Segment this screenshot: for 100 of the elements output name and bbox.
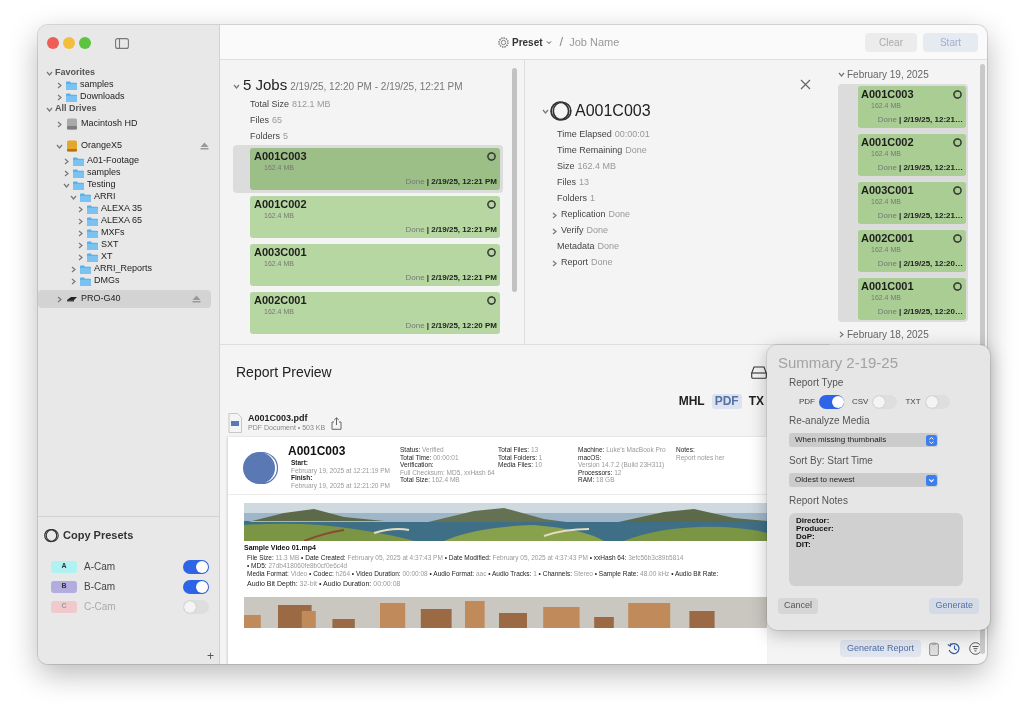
tree-item[interactable]: Downloads	[38, 91, 219, 103]
tree-item[interactable]: SXT	[38, 239, 219, 251]
tree-item[interactable]: OrangeX5	[38, 137, 219, 155]
add-button[interactable]: +	[207, 650, 214, 662]
toggle-switch[interactable]	[183, 559, 209, 574]
zoom-button[interactable]	[79, 37, 91, 49]
folder-icon	[73, 168, 84, 178]
preset-button[interactable]: Preset	[498, 34, 552, 50]
tree-item[interactable]: DMGs	[38, 275, 219, 287]
cancel-button[interactable]: Cancel	[778, 598, 818, 614]
toggle-switch[interactable]	[872, 395, 898, 409]
section-title: Favorites	[55, 66, 96, 80]
tree-item[interactable]: samples	[38, 79, 219, 91]
chevron-icon[interactable]	[56, 142, 63, 150]
job-status: Done	[877, 114, 897, 126]
chevron-icon[interactable]	[77, 229, 84, 237]
chevron-icon[interactable]	[63, 169, 70, 177]
chevron-icon[interactable]	[551, 227, 558, 235]
job-name: A001C002	[861, 136, 914, 149]
history-icon[interactable]	[947, 642, 962, 655]
chevron-icon[interactable]	[56, 93, 63, 101]
stat-value: 00:00:01	[614, 128, 650, 142]
generate-report-button[interactable]: Generate Report	[840, 640, 922, 657]
job-time: | 2/19/25, 12:21…	[898, 210, 963, 222]
ssd-icon	[66, 295, 78, 303]
ring-icon	[953, 138, 962, 147]
chevron-icon[interactable]	[63, 157, 70, 165]
tree-item[interactable]: XT	[38, 251, 219, 263]
tree-item[interactable]: ARRI	[38, 191, 219, 203]
dropdown[interactable]: When missing thumbnails	[789, 433, 938, 447]
dropdown[interactable]: Oldest to newest	[789, 473, 938, 487]
ring-icon	[487, 199, 496, 209]
close-icon[interactable]	[800, 79, 811, 90]
tree-item[interactable]: PRO-G40	[38, 290, 211, 308]
job-time: | 2/19/25, 12:21 PM	[426, 271, 497, 284]
notes-field[interactable]: Director: Producer: DoP: DIT:	[789, 513, 963, 586]
filter-icon[interactable]	[969, 642, 983, 655]
format-tab[interactable]: PDF	[711, 394, 742, 409]
tree-item[interactable]: ALEXA 35	[38, 203, 219, 215]
job-time: | 2/19/25, 12:20…	[898, 258, 963, 270]
chevron-icon[interactable]	[46, 105, 53, 113]
chevron-icon[interactable]	[77, 217, 84, 225]
tree-item[interactable]: ALEXA 65	[38, 215, 219, 227]
format-tab[interactable]: TX	[745, 394, 767, 409]
chevron-icon[interactable]	[77, 241, 84, 249]
drive-icon[interactable]	[751, 365, 767, 379]
chevron-icon[interactable]	[70, 265, 77, 273]
chevron-icon[interactable]	[70, 193, 77, 201]
job-time: | 2/19/25, 12:21…	[898, 114, 963, 126]
chevron-icon[interactable]	[46, 69, 53, 77]
chevron-icon[interactable]	[70, 277, 77, 285]
chevron-icon[interactable]	[551, 211, 558, 219]
close-button[interactable]	[47, 37, 59, 49]
circles-logo-icon	[242, 450, 278, 486]
chevron-icon[interactable]	[77, 205, 84, 213]
share-icon[interactable]	[331, 416, 343, 430]
format-tab[interactable]: MHL	[675, 394, 708, 409]
toggle-switch[interactable]	[183, 579, 209, 594]
stat-label: Files	[250, 113, 269, 127]
chevron-icon[interactable]	[551, 259, 558, 267]
generate-button[interactable]: Generate	[929, 598, 979, 614]
chevron-icon[interactable]	[63, 181, 70, 189]
job-status: Done	[405, 175, 425, 188]
document-icon	[228, 413, 242, 433]
tree-item[interactable]: Testing	[38, 179, 219, 191]
eject-icon[interactable]	[192, 295, 201, 303]
clipboard-icon[interactable]	[929, 641, 940, 656]
rings-icon	[550, 100, 572, 122]
job-status: Done	[877, 306, 897, 318]
section-label: Sort By: Start Time	[788, 455, 874, 467]
toggle-switch[interactable]	[819, 395, 844, 409]
chevron-icon[interactable]	[56, 295, 63, 303]
tree-item[interactable]: ARRI_Reports	[38, 263, 219, 275]
tree-item[interactable]: A01-Footage	[38, 155, 219, 167]
job-time: | 2/19/25, 12:20…	[898, 306, 963, 318]
chevron-icon[interactable]	[838, 70, 845, 78]
chevron-icon[interactable]	[838, 330, 845, 338]
folder-icon	[80, 264, 91, 274]
sidebar-toggle-icon[interactable]	[115, 37, 129, 49]
chevron-icon[interactable]	[77, 253, 84, 261]
chevron-icon[interactable]	[56, 120, 63, 128]
toggle-switch[interactable]	[924, 395, 950, 409]
chevron-icon[interactable]	[233, 83, 240, 90]
ring-icon	[953, 282, 962, 291]
job-name-field[interactable]: Job Name	[569, 33, 650, 51]
job-name: A001C002	[254, 197, 307, 211]
chevron-icon[interactable]	[542, 107, 549, 115]
tree-item[interactable]: samples	[38, 167, 219, 179]
toggle-switch[interactable]	[183, 599, 209, 614]
chevron-icon[interactable]	[56, 81, 63, 89]
ring-icon	[487, 295, 496, 305]
eject-icon[interactable]	[200, 142, 209, 150]
job-time: | 2/19/25, 12:21…	[898, 162, 963, 174]
tree-item[interactable]: MXFs	[38, 227, 219, 239]
scrollbar[interactable]	[512, 68, 517, 292]
tree-item[interactable]: Macintosh HD	[38, 115, 219, 133]
preset-label: B-Cam	[84, 580, 116, 594]
job-time: | 2/19/25, 12:21 PM	[426, 175, 497, 188]
job-time: | 2/19/25, 12:21 PM	[426, 223, 497, 236]
stat-label: Time Elapsed	[557, 128, 612, 142]
